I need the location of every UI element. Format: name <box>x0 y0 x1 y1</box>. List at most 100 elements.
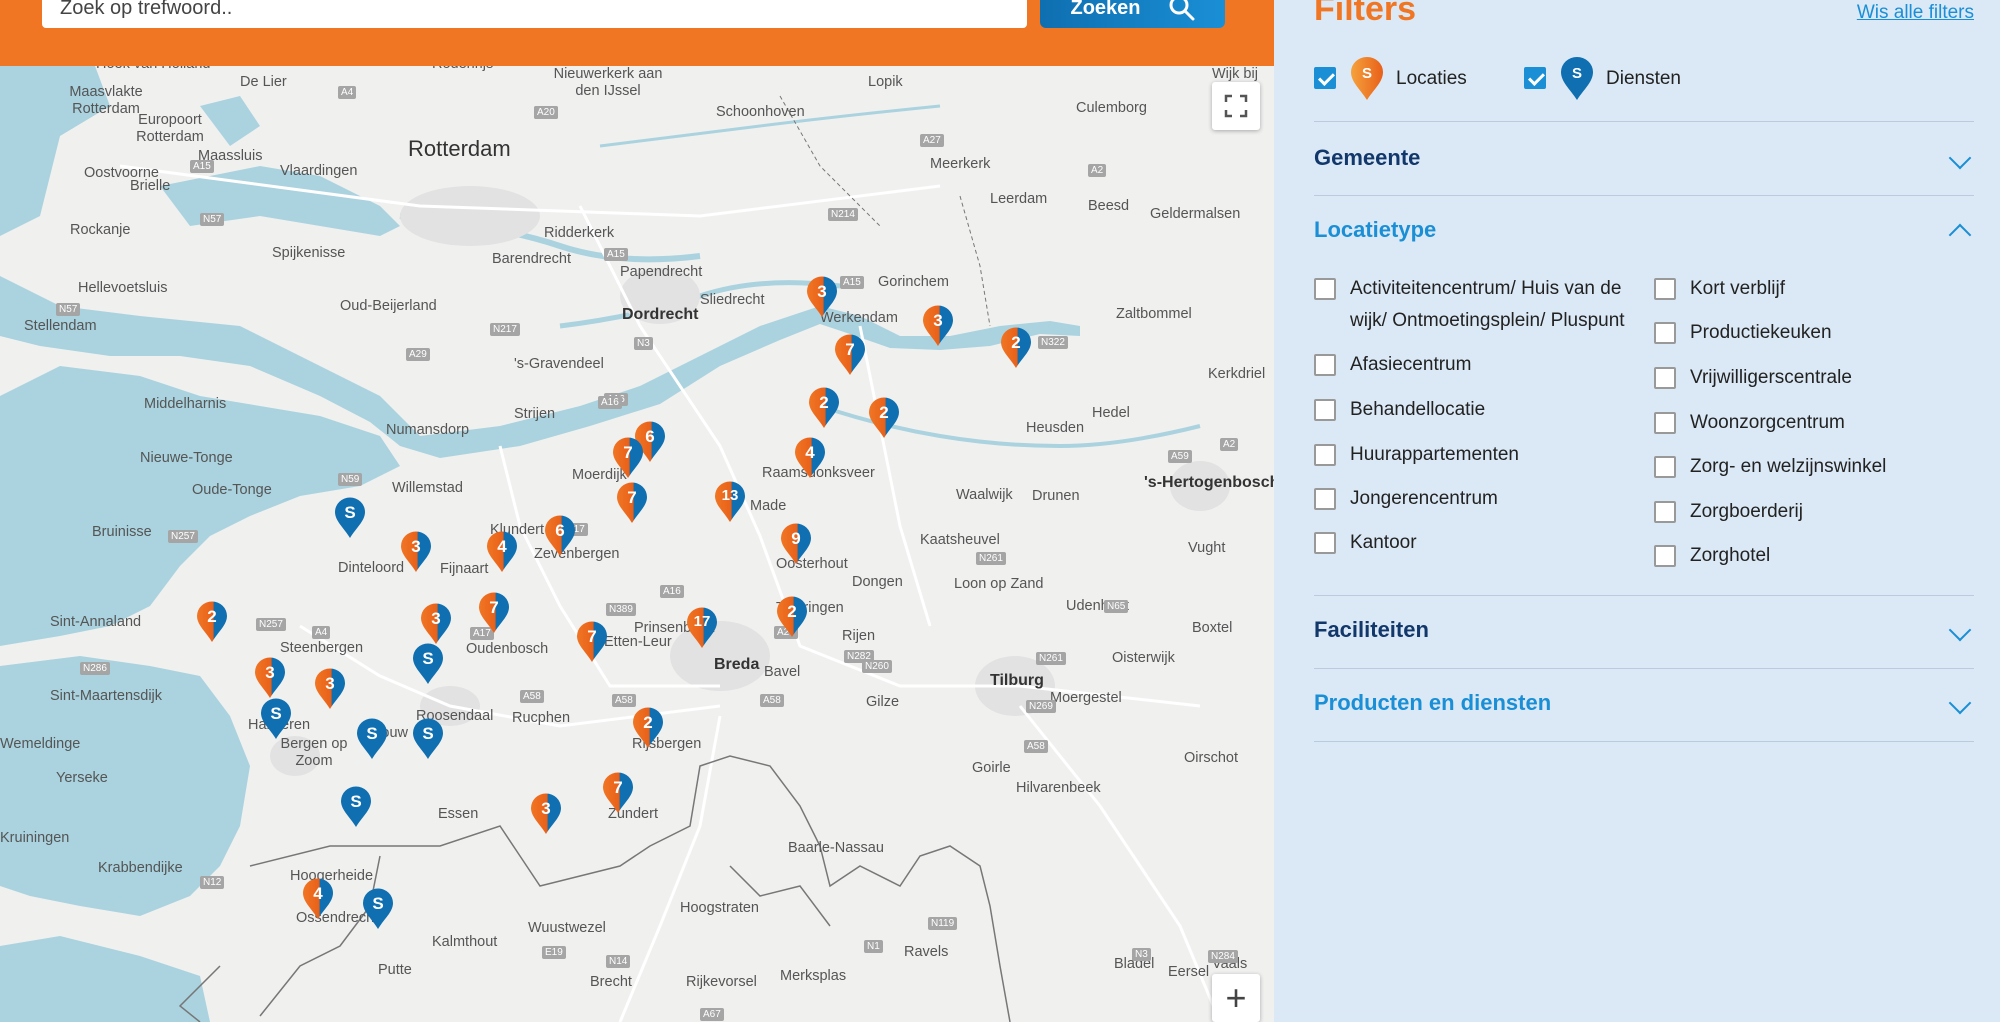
locatietype-checkbox[interactable] <box>1654 322 1676 344</box>
road-number-label: A2 <box>1088 164 1107 177</box>
locatietype-checkbox[interactable] <box>1314 278 1336 300</box>
marker-label: 4 <box>497 537 507 556</box>
locatietype-checkbox[interactable] <box>1314 532 1336 554</box>
location-cluster-marker[interactable]: 9 <box>780 523 812 565</box>
map-place-label: Rijkevorsel <box>686 974 757 990</box>
location-cluster-marker[interactable]: 2 <box>868 397 900 439</box>
locatietype-label: Huurappartementen <box>1350 444 1519 465</box>
location-cluster-marker[interactable]: 6 <box>544 515 576 557</box>
section-producten-en-diensten[interactable]: Producten en diensten <box>1314 683 1974 723</box>
road-number-label: A58 <box>1024 740 1048 753</box>
clear-filters-link[interactable]: Wis alle filters <box>1857 2 1974 24</box>
locatietype-label: Afasiecentrum <box>1350 354 1472 375</box>
map-place-label: Ridderkerk <box>544 225 615 241</box>
filter-panel: Filters Wis alle filters S Locaties S Di… <box>1274 0 2000 1022</box>
map-place-label: Hoek van Holland <box>96 66 210 73</box>
location-cluster-marker[interactable]: 7 <box>616 482 648 524</box>
map-place-label: Rotterdam <box>408 136 511 161</box>
locatietype-checkbox[interactable] <box>1654 456 1676 478</box>
location-cluster-marker[interactable]: 3 <box>530 793 562 835</box>
road-number-label: A16 <box>598 396 622 409</box>
section-gemeente[interactable]: Gemeente <box>1314 138 1974 178</box>
service-marker[interactable]: S <box>356 718 388 760</box>
road-number-label: N59 <box>338 473 363 486</box>
locaties-checkbox[interactable] <box>1314 67 1336 89</box>
service-marker[interactable]: S <box>412 643 444 685</box>
map-place-label: Heusden <box>1026 420 1085 436</box>
locatietype-checkbox[interactable] <box>1654 278 1676 300</box>
location-cluster-marker[interactable]: 7 <box>834 334 866 376</box>
location-cluster-marker[interactable]: 3 <box>254 657 286 699</box>
locatietype-label: Kantoor <box>1350 532 1417 553</box>
location-cluster-marker[interactable]: 13 <box>714 481 746 523</box>
location-cluster-marker[interactable]: 7 <box>576 621 608 663</box>
location-cluster-marker[interactable]: 3 <box>314 668 346 710</box>
marker-label: 7 <box>587 627 597 646</box>
map-place-label: Geldermalsen <box>1150 206 1241 222</box>
service-marker[interactable]: S <box>362 888 394 930</box>
location-cluster-marker[interactable]: 2 <box>632 707 664 749</box>
location-cluster-marker[interactable]: 4 <box>794 437 826 479</box>
location-cluster-marker[interactable]: 17 <box>686 607 718 649</box>
location-cluster-marker[interactable]: 7 <box>612 437 644 479</box>
locatietype-checkbox[interactable] <box>1654 545 1676 567</box>
search-button[interactable]: Zoeken <box>1040 0 1225 28</box>
location-cluster-marker[interactable]: 7 <box>478 592 510 634</box>
search-input[interactable] <box>42 0 1027 28</box>
locatietype-checkbox[interactable] <box>1654 412 1676 434</box>
locatietype-label: Jongerencentrum <box>1350 488 1498 509</box>
road-number-label: A29 <box>406 348 430 361</box>
map[interactable]: Hoek van Holland De Lier Rodenrijs Nieuwerk… <box>0 66 1274 1022</box>
marker-label: 7 <box>845 340 855 359</box>
marker-label: S <box>422 649 434 668</box>
road-number-label: A4 <box>338 86 357 99</box>
locatietype-checkbox[interactable] <box>1314 399 1336 421</box>
road-number-label: N57 <box>200 213 225 226</box>
road-number-label: N257 <box>256 618 286 631</box>
location-cluster-marker[interactable]: 4 <box>302 878 334 920</box>
map-place-label: Culemborg <box>1076 100 1147 116</box>
marker-label: 7 <box>489 598 499 617</box>
divider <box>1314 121 1974 122</box>
locatietype-checkbox[interactable] <box>1314 354 1336 376</box>
road-number-label: N3 <box>634 337 653 350</box>
map-place-label: Oude-Tonge <box>192 482 272 498</box>
locatietype-label: Zorghotel <box>1690 545 1771 566</box>
service-marker[interactable]: S <box>260 698 292 740</box>
locatietype-checkbox[interactable] <box>1654 501 1676 523</box>
locatietype-checkbox[interactable] <box>1314 444 1336 466</box>
map-place-label: Rockanje <box>70 222 131 238</box>
map-place-label: Hilvarenbeek <box>1016 780 1101 796</box>
service-marker[interactable]: S <box>412 718 444 760</box>
map-place-label: Merksplas <box>780 968 847 984</box>
map-place-label: Moergestel <box>1050 690 1122 706</box>
location-cluster-marker[interactable]: 2 <box>808 387 840 429</box>
map-place-label: Essen <box>438 806 479 822</box>
fullscreen-icon <box>1224 94 1248 118</box>
diensten-checkbox[interactable] <box>1524 67 1546 89</box>
service-marker[interactable]: S <box>334 497 366 539</box>
section-locatietype[interactable]: Locatietype <box>1314 210 1974 250</box>
section-faciliteiten[interactable]: Faciliteiten <box>1314 610 1974 650</box>
location-cluster-marker[interactable]: 3 <box>922 305 954 347</box>
locatietype-checkbox[interactable] <box>1314 488 1336 510</box>
marker-label: 3 <box>933 311 943 330</box>
road-number-label: A15 <box>190 160 214 173</box>
location-cluster-marker[interactable]: 2 <box>776 596 808 638</box>
map-place-label: Stellendam <box>24 318 97 334</box>
locatietype-checkbox[interactable] <box>1654 367 1676 389</box>
map-place-label: Made <box>750 498 787 514</box>
location-cluster-marker[interactable]: 3 <box>420 603 452 645</box>
location-cluster-marker[interactable]: 2 <box>1000 327 1032 369</box>
location-pin-icon: S <box>1351 57 1383 100</box>
location-cluster-marker[interactable]: 2 <box>196 601 228 643</box>
fullscreen-button[interactable] <box>1212 82 1260 130</box>
zoom-in-button[interactable]: + <box>1212 974 1260 1022</box>
location-cluster-marker[interactable]: 3 <box>806 276 838 318</box>
service-marker[interactable]: S <box>340 786 372 828</box>
location-cluster-marker[interactable]: 4 <box>486 531 518 573</box>
location-cluster-marker[interactable]: 7 <box>602 772 634 814</box>
road-number-label: N322 <box>1038 336 1068 349</box>
location-cluster-marker[interactable]: 3 <box>400 531 432 573</box>
locaties-label: Locaties <box>1396 68 1467 89</box>
